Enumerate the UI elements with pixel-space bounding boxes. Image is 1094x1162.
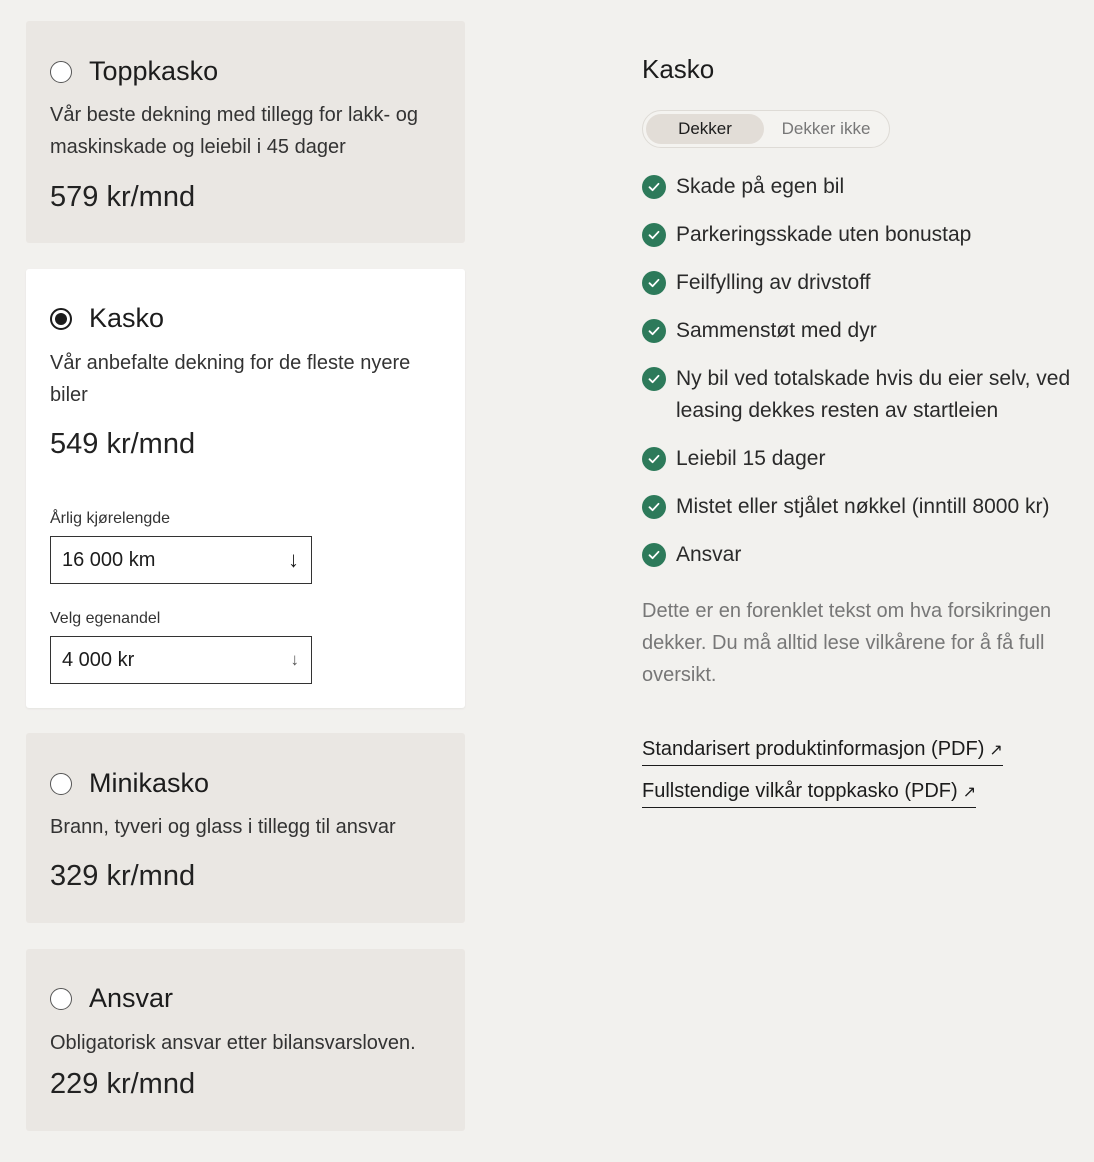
deductible-select[interactable]: 4 000 kr ↓ [50,636,312,684]
coverage-item: Parkeringsskade uten bonustap [642,219,1082,251]
coverage-item-label: Mistet eller stjålet nøkkel (inntill 800… [676,495,1050,518]
coverage-item-label: Leiebil 15 dager [676,447,826,470]
plan-radio-toppkasko[interactable] [50,60,72,83]
check-circle-icon [642,367,666,391]
arrow-down-icon: ↓ [288,547,299,572]
plan-card-ansvar[interactable]: Ansvar Obligatorisk ansvar etter bilansv… [26,949,465,1131]
mileage-select[interactable]: 16 000 km ↓ [50,536,312,584]
coverage-item-label: Feilfylling av drivstoff [676,271,871,294]
link-label: Fullstendige vilkår toppkasko (PDF) [642,780,958,802]
check-circle-icon [642,175,666,199]
coverage-item-label: Ny bil ved totalskade hvis du eier selv,… [676,367,1071,422]
plan-price: 549 kr/mnd [50,428,196,460]
plan-price: 329 kr/mnd [50,860,196,892]
check-circle-icon [642,223,666,247]
plan-card-toppkasko[interactable]: Toppkasko Vår beste dekning med tillegg … [26,21,465,243]
disclaimer-text: Dette er en forenklet tekst om hva forsi… [642,600,1052,686]
plan-title: Minikasko [89,768,210,798]
coverage-item-label: Parkeringsskade uten bonustap [676,223,972,246]
plan-title: Toppkasko [89,56,219,86]
check-circle-icon [642,495,666,519]
check-circle-icon [642,319,666,343]
plan-title: Ansvar [89,983,174,1013]
coverage-list: Skade på egen bil Parkeringsskade uten bo… [642,171,1082,587]
link-label: Standarisert produktinformasjon (PDF) [642,738,985,760]
plan-title: Kasko [89,303,165,333]
coverage-item: Sammenstøt med dyr [642,315,1082,347]
check-circle-icon [642,447,666,471]
toggle-covers[interactable]: Dekker [646,114,764,144]
plan-radio-kasko[interactable] [50,307,72,330]
plan-radio-ansvar[interactable] [50,987,72,1010]
coverage-item: Leiebil 15 dager [642,443,1082,475]
plan-description: Brann, tyveri og glass i tillegg til ans… [50,816,396,838]
coverage-title: Kasko [642,54,715,84]
arrow-down-icon: ↓ [290,650,300,669]
mileage-label: Årlig kjørelengde [50,510,171,527]
terms-pdf-link[interactable]: Fullstendige vilkår toppkasko (PDF) ↗ [642,778,977,808]
plan-card-kasko[interactable]: Kasko Vår anbefalte dekning for de flest… [26,269,465,708]
plan-description: Obligatorisk ansvar etter bilansvarslove… [50,1032,416,1054]
plan-price: 229 kr/mnd [50,1068,196,1100]
check-circle-icon [642,543,666,567]
check-circle-icon [642,271,666,295]
coverage-item-label: Sammenstøt med dyr [676,319,877,342]
plan-description: Vår beste dekning med tillegg for lakk- … [50,104,418,158]
deductible-label: Velg egenandel [50,610,161,627]
coverage-toggle[interactable]: Dekker Dekker ikke [642,110,890,148]
plan-price: 579 kr/mnd [50,181,196,213]
coverage-item: Mistet eller stjålet nøkkel (inntill 800… [642,491,1082,523]
coverage-item-label: Skade på egen bil [676,175,845,198]
plan-card-minikasko[interactable]: Minikasko Brann, tyveri og glass i tille… [26,733,465,923]
coverage-item: Ansvar [642,539,1082,571]
toggle-not-covers[interactable]: Dekker ikke [767,114,885,144]
deductible-value: 4 000 kr [62,648,135,671]
coverage-item-label: Ansvar [676,543,742,566]
external-link-icon: ↗ [989,742,1003,759]
plan-description: Vår anbefalte dekning for de fleste nyer… [50,352,411,406]
mileage-value: 16 000 km [62,548,156,571]
coverage-item: Skade på egen bil [642,171,1082,203]
external-link-icon: ↗ [962,784,977,801]
plan-radio-minikasko[interactable] [50,772,72,795]
product-info-pdf-link[interactable]: Standarisert produktinformasjon (PDF) ↗ [642,736,1003,766]
coverage-item: Feilfylling av drivstoff [642,267,1082,299]
coverage-item: Ny bil ved totalskade hvis du eier selv,… [642,363,1082,427]
